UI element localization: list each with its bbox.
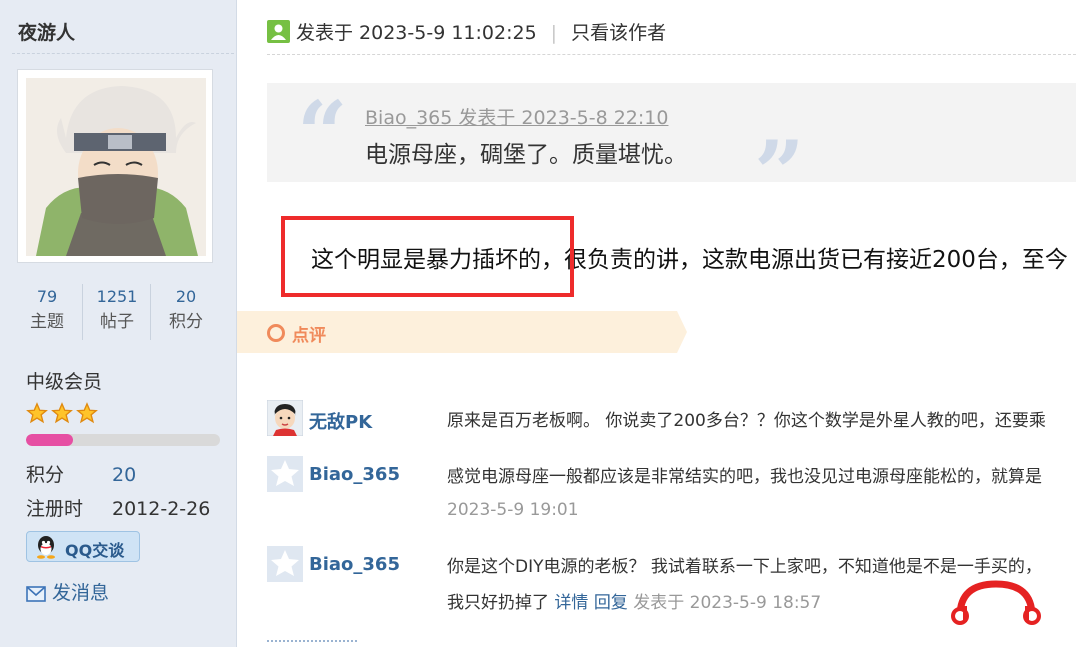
comment-time: 发表于 2023-5-9 18:57 — [633, 593, 822, 613]
qq-chat-label: QQ交谈 — [65, 541, 125, 560]
send-message-label: 发消息 — [52, 582, 110, 604]
commenter-avatar[interactable] — [267, 400, 303, 436]
stat-label: 帖子 — [100, 312, 134, 332]
level-progress-fill — [26, 434, 73, 446]
default-avatar[interactable] — [267, 456, 303, 492]
avatar-image — [26, 78, 206, 256]
send-message-link[interactable]: 发消息 — [26, 578, 109, 605]
stat-value: 20 — [175, 287, 197, 306]
quote-source-link[interactable]: Biao_365 发表于 2023-5-8 22:10 — [365, 103, 668, 130]
credit-value[interactable]: 20 — [112, 464, 136, 486]
stat-value: 79 — [36, 287, 58, 306]
credit-label: 积分 — [26, 464, 65, 486]
comment-text-continued: 我只好扔掉了 — [447, 593, 549, 613]
quote-open-mark: “ — [297, 81, 348, 185]
comment-text: 感觉电源母座一般都应该是非常结实的吧，我也没见过电源母座能松的，就算是 — [447, 467, 1042, 487]
quote-text: 电源母座，碉堡了。质量堪忧。 — [365, 142, 687, 168]
author-stats: 79 主题 1251 帖子 20 积分 — [12, 284, 222, 340]
divider: | — [550, 22, 558, 44]
divider — [267, 54, 1076, 55]
comment-text: 原来是百万老板啊。 你说卖了200多台？？你这个数学是外星人教的吧，还要乘 — [447, 411, 1046, 431]
author-sidebar: 夜游人 79 主题 1251 帖子 20 积分 中级会员 积分 20 注册时 2… — [0, 0, 237, 647]
post-header: 发表于 2023-5-9 11:02:25 | 只看该作者 — [267, 18, 666, 45]
commenter-name[interactable]: 无敌PK — [309, 408, 372, 434]
post-time: 发表于 2023-5-9 11:02:25 — [296, 22, 537, 44]
only-author-link[interactable]: 只看该作者 — [571, 22, 666, 44]
credit-row: 积分 20 — [26, 460, 136, 487]
comment-footer: 我只好扔掉了 详情 回复 发表于 2023-5-9 18:57 — [447, 588, 821, 613]
register-date: 2012-2-26 — [112, 498, 211, 520]
comment-time: 2023-5-9 19:01 — [447, 500, 579, 520]
star-icon — [26, 402, 48, 424]
highlight-box — [281, 216, 574, 297]
quote-block: “ Biao_365 发表于 2023-5-8 22:10 电源母座，碉堡了。质… — [267, 81, 1076, 223]
comment-text: 你是这个DIY电源的老板？ 我试着联系一下上家吧，不知道他是不是一手买的， — [447, 557, 1042, 577]
stat-credits[interactable]: 20 积分 — [151, 286, 221, 336]
divider — [12, 53, 234, 54]
commenter-name[interactable]: Biao_365 — [309, 464, 400, 485]
default-avatar[interactable] — [267, 546, 303, 582]
user-icon — [267, 20, 290, 43]
qq-chat-button[interactable]: QQ交谈 — [26, 531, 140, 562]
author-name[interactable]: 夜游人 — [18, 18, 75, 45]
stat-label: 主题 — [30, 312, 64, 332]
mail-icon — [26, 585, 46, 602]
level-stars — [26, 402, 101, 426]
circle-icon — [267, 324, 285, 342]
headphone-logo-icon — [951, 580, 1041, 625]
register-row: 注册时 2012-2-26 — [26, 494, 210, 521]
comment-reply-link[interactable]: 回复 — [594, 593, 628, 613]
stat-value: 1251 — [96, 287, 138, 306]
qq-penguin-icon — [37, 536, 55, 559]
stat-label: 积分 — [169, 312, 203, 332]
register-label: 注册时 — [26, 498, 84, 520]
commenter-name[interactable]: Biao_365 — [309, 554, 400, 575]
more-link-stub — [267, 640, 357, 652]
star-icon — [51, 402, 73, 424]
member-level[interactable]: 中级会员 — [26, 367, 102, 394]
stat-topics[interactable]: 79 主题 — [12, 286, 82, 336]
avatar[interactable] — [17, 69, 213, 263]
star-icon — [76, 402, 98, 424]
quote-close-mark: ” — [754, 121, 805, 225]
stat-posts[interactable]: 1251 帖子 — [82, 286, 152, 336]
level-progress-bar — [26, 434, 220, 446]
comment-detail-link[interactable]: 详情 — [554, 593, 588, 613]
comments-label: 点评 — [292, 326, 326, 346]
comments-header: 点评 — [237, 311, 687, 353]
